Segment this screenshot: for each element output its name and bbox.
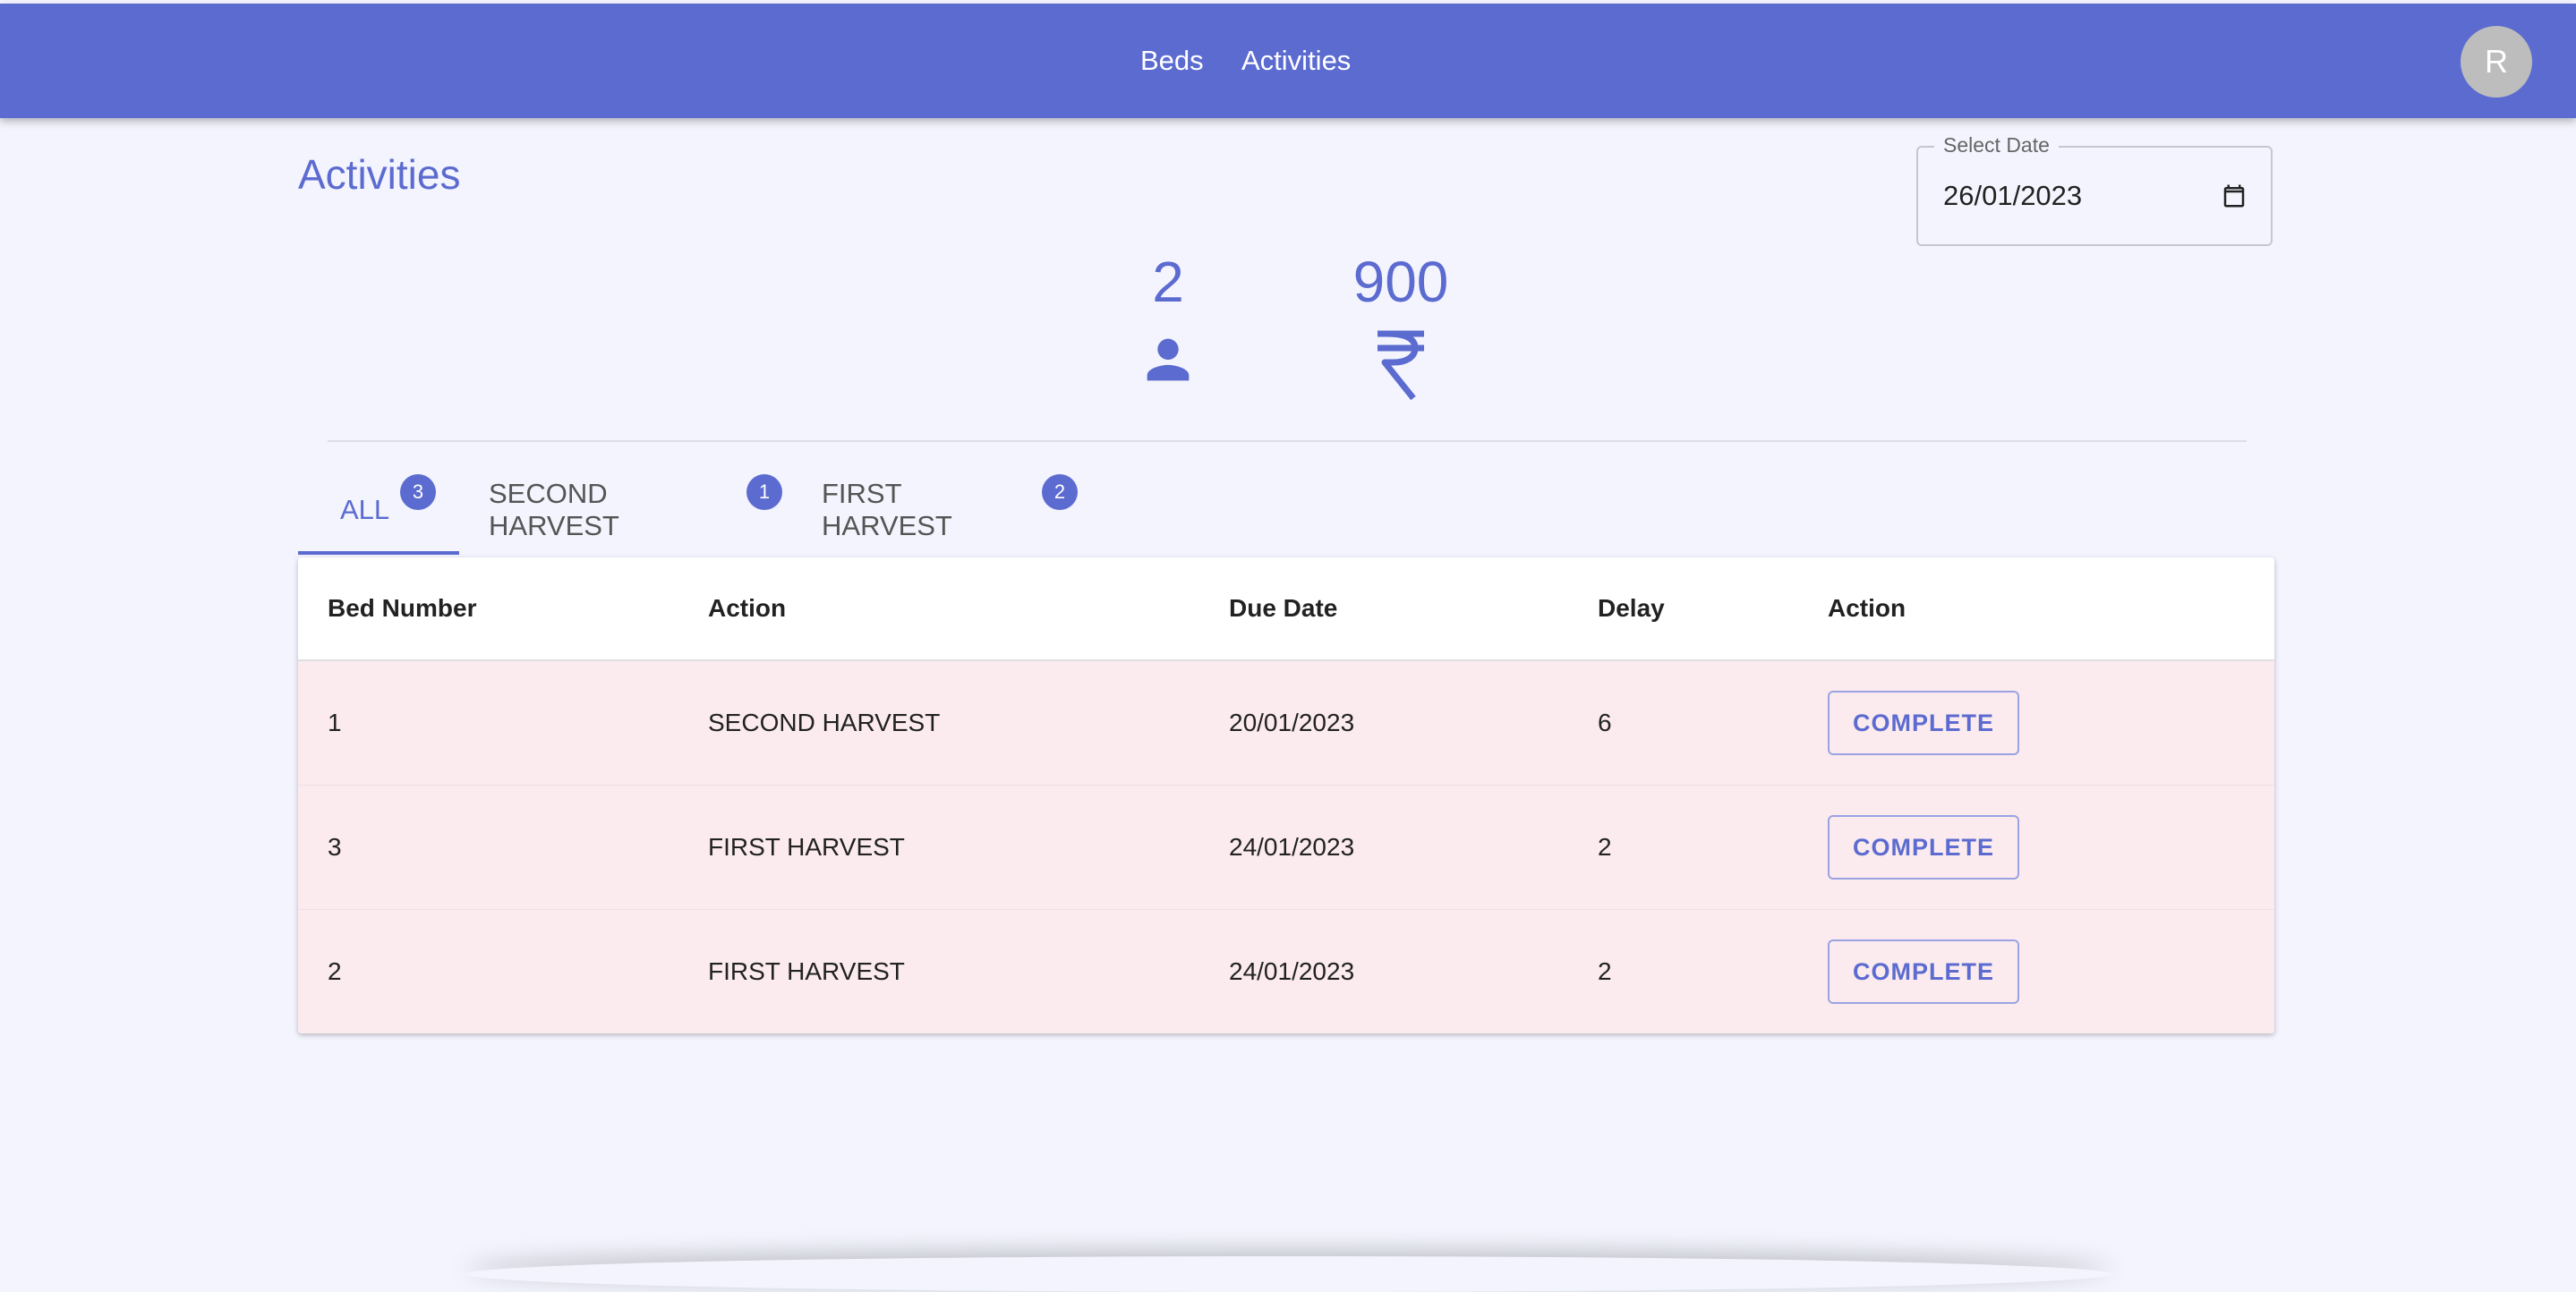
tab-first-harvest-label: FIRST HARVEST xyxy=(822,478,952,541)
tab-second-harvest[interactable]: SECOND HARVEST xyxy=(489,465,619,555)
table-header: Bed Number Action Due Date Delay Action xyxy=(298,557,2274,661)
date-picker-value[interactable]: 26/01/2023 xyxy=(1943,180,2082,212)
cell-action: FIRST HARVEST xyxy=(708,957,905,985)
tab-second-harvest-badge: 1 xyxy=(746,474,782,510)
table-row: 3 FIRST HARVEST 24/01/2023 2 COMPLETE xyxy=(298,786,2274,911)
cell-bed-number: 3 xyxy=(328,833,342,861)
stat-people-count: 2 xyxy=(1152,250,1184,314)
complete-button[interactable]: COMPLETE xyxy=(1828,691,2019,755)
column-header-due-date: Due Date xyxy=(1229,594,1338,622)
column-header-delay: Delay xyxy=(1598,594,1665,622)
cell-delay: 2 xyxy=(1598,833,1612,861)
stat-amount-value: 900 xyxy=(1352,250,1449,314)
date-picker-field[interactable]: Select Date 26/01/2023 xyxy=(1916,133,2273,246)
stat-amount: 900 xyxy=(1334,253,1468,404)
tab-all-label: ALL xyxy=(340,494,390,525)
calendar-icon[interactable] xyxy=(2221,182,2248,210)
nav-beds-container: Beds xyxy=(1140,4,1204,118)
table-row: 2 FIRST HARVEST 24/01/2023 2 COMPLETE xyxy=(298,910,2274,1033)
activities-table: Bed Number Action Due Date Delay Action … xyxy=(298,557,2274,1033)
tab-first-harvest[interactable]: FIRST HARVEST xyxy=(822,465,952,555)
tab-second-harvest-label: SECOND HARVEST xyxy=(489,478,619,541)
column-header-action-button: Action xyxy=(1828,594,1906,622)
cell-bed-number: 2 xyxy=(328,957,342,985)
nav-link-beds[interactable]: Beds xyxy=(1140,45,1204,77)
page-title: Activities xyxy=(298,151,461,198)
column-header-action: Action xyxy=(708,594,787,622)
cell-action: SECOND HARVEST xyxy=(708,709,941,736)
tab-all[interactable]: ALL xyxy=(340,465,389,555)
column-header-bed-number: Bed Number xyxy=(328,594,477,622)
bottom-drawer-shadow xyxy=(465,1256,2112,1292)
cell-bed-number: 1 xyxy=(328,709,342,736)
tab-all-badge: 3 xyxy=(400,474,436,510)
complete-button[interactable]: COMPLETE xyxy=(1828,939,2019,1004)
cell-due-date: 24/01/2023 xyxy=(1229,957,1355,985)
nav-link-activities[interactable]: Activities xyxy=(1241,45,1351,77)
tab-active-indicator xyxy=(298,551,459,555)
divider xyxy=(328,440,2247,442)
cell-delay: 6 xyxy=(1598,709,1612,736)
nav-activities-container: Activities xyxy=(1241,4,1351,118)
rupee-icon xyxy=(1378,330,1424,401)
tab-first-harvest-badge: 2 xyxy=(1042,474,1078,510)
stat-people: 2 xyxy=(1110,253,1226,395)
cell-action: FIRST HARVEST xyxy=(708,833,905,861)
cell-due-date: 20/01/2023 xyxy=(1229,709,1355,736)
table-row: 1 SECOND HARVEST 20/01/2023 6 COMPLETE xyxy=(298,661,2274,786)
avatar[interactable]: R xyxy=(2461,26,2532,98)
person-icon xyxy=(1147,338,1190,381)
date-picker-label: Select Date xyxy=(1934,133,2059,157)
complete-button[interactable]: COMPLETE xyxy=(1828,815,2019,880)
cell-due-date: 24/01/2023 xyxy=(1229,833,1355,861)
cell-delay: 2 xyxy=(1598,957,1612,985)
top-app-bar: Beds Activities R xyxy=(0,4,2576,118)
